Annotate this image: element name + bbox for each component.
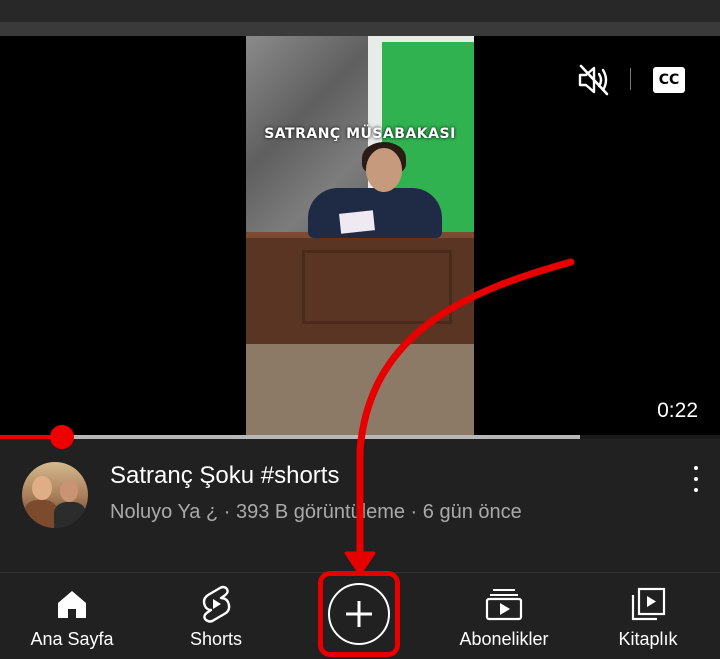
- upload-age: 6 gün önce: [422, 501, 522, 523]
- library-icon: [630, 585, 666, 623]
- home-icon: [55, 585, 89, 623]
- meta-separator: ·: [218, 501, 236, 523]
- nav-item-home[interactable]: Ana Sayfa: [0, 573, 144, 659]
- nav-label: Abonelikler: [459, 629, 549, 649]
- subscriptions-icon: [485, 585, 523, 623]
- video-scene-person: [308, 188, 442, 238]
- video-duration: 0:22: [657, 399, 698, 422]
- video-caption-overlay: SATRANÇ MÜSABAKASI: [264, 126, 456, 142]
- nav-label: Ana Sayfa: [30, 629, 114, 649]
- video-scene-floor: [246, 336, 474, 436]
- shorts-icon: [199, 585, 233, 623]
- captions-button[interactable]: CC: [652, 66, 686, 94]
- nav-label: Shorts: [189, 629, 243, 649]
- speaker-muted-icon[interactable]: [574, 62, 614, 98]
- annotation-highlight-box: [318, 571, 400, 657]
- channel-avatar[interactable]: [22, 462, 88, 528]
- video-scene-desk-panel: [302, 250, 452, 324]
- captions-label: CC: [653, 67, 685, 93]
- video-player[interactable]: SATRANÇ MÜSABAKASI CC 0:22: [0, 36, 720, 436]
- nav-label: Kitaplık: [618, 629, 678, 649]
- video-scene-person-head: [366, 148, 402, 192]
- more-options-icon[interactable]: [686, 466, 706, 492]
- channel-name[interactable]: Noluyo Ya ¿: [110, 501, 218, 523]
- progress-bar[interactable]: [0, 425, 720, 449]
- nav-item-subscriptions[interactable]: Abonelikler: [432, 573, 576, 659]
- progress-scrubber-handle[interactable]: [49, 425, 74, 449]
- video-meta: Noluyo Ya ¿ · 393 B görüntüleme · 6 gün …: [110, 501, 522, 524]
- top-strip: [0, 22, 720, 36]
- status-bar: [0, 0, 720, 22]
- meta-separator: ·: [405, 501, 423, 523]
- video-frame: SATRANÇ MÜSABAKASI: [246, 36, 474, 436]
- progress-buffered: [0, 435, 581, 439]
- controls-divider: [630, 68, 631, 90]
- video-title[interactable]: Satranç Şoku #shorts: [110, 462, 339, 490]
- view-count: 393 B görüntüleme: [235, 501, 405, 523]
- nav-item-shorts[interactable]: Shorts: [144, 573, 288, 659]
- nav-item-library[interactable]: Kitaplık: [576, 573, 720, 659]
- video-scene-paper: [339, 210, 375, 234]
